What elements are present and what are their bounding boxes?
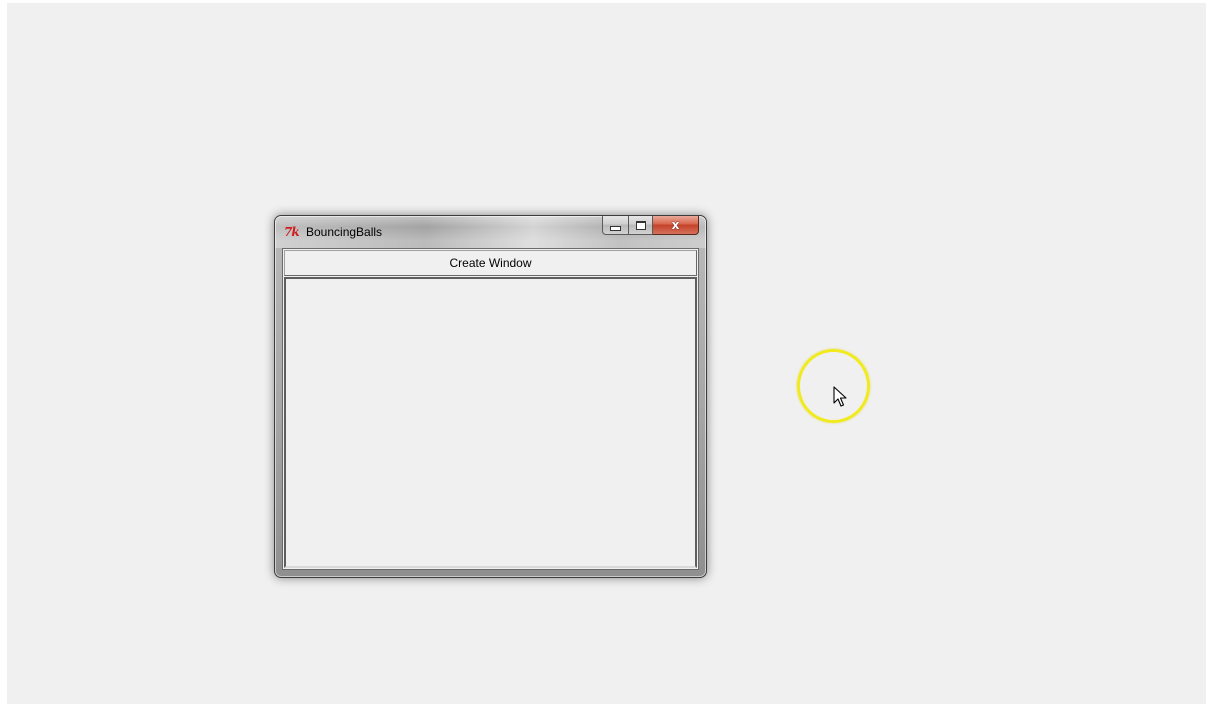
tk-feather-icon[interactable]: 7k bbox=[284, 224, 302, 240]
close-icon: x bbox=[671, 218, 680, 232]
close-button[interactable]: x bbox=[653, 216, 699, 235]
maximize-button[interactable] bbox=[628, 216, 653, 235]
caption-buttons: x bbox=[602, 216, 699, 235]
window-client-area: Create Window bbox=[282, 248, 699, 570]
window-title: BouncingBalls bbox=[306, 225, 383, 239]
desktop: 7k BouncingBalls x Create Window bbox=[7, 3, 1206, 704]
maximize-icon bbox=[635, 220, 646, 230]
minimize-icon bbox=[610, 225, 621, 231]
window-titlebar[interactable]: 7k BouncingBalls x bbox=[275, 216, 706, 248]
mouse-pointer-icon bbox=[833, 386, 847, 407]
minimize-button[interactable] bbox=[602, 216, 628, 235]
create-window-button[interactable]: Create Window bbox=[284, 250, 697, 276]
balls-canvas[interactable] bbox=[284, 277, 697, 568]
bouncingballs-window: 7k BouncingBalls x Create Window bbox=[274, 215, 707, 578]
